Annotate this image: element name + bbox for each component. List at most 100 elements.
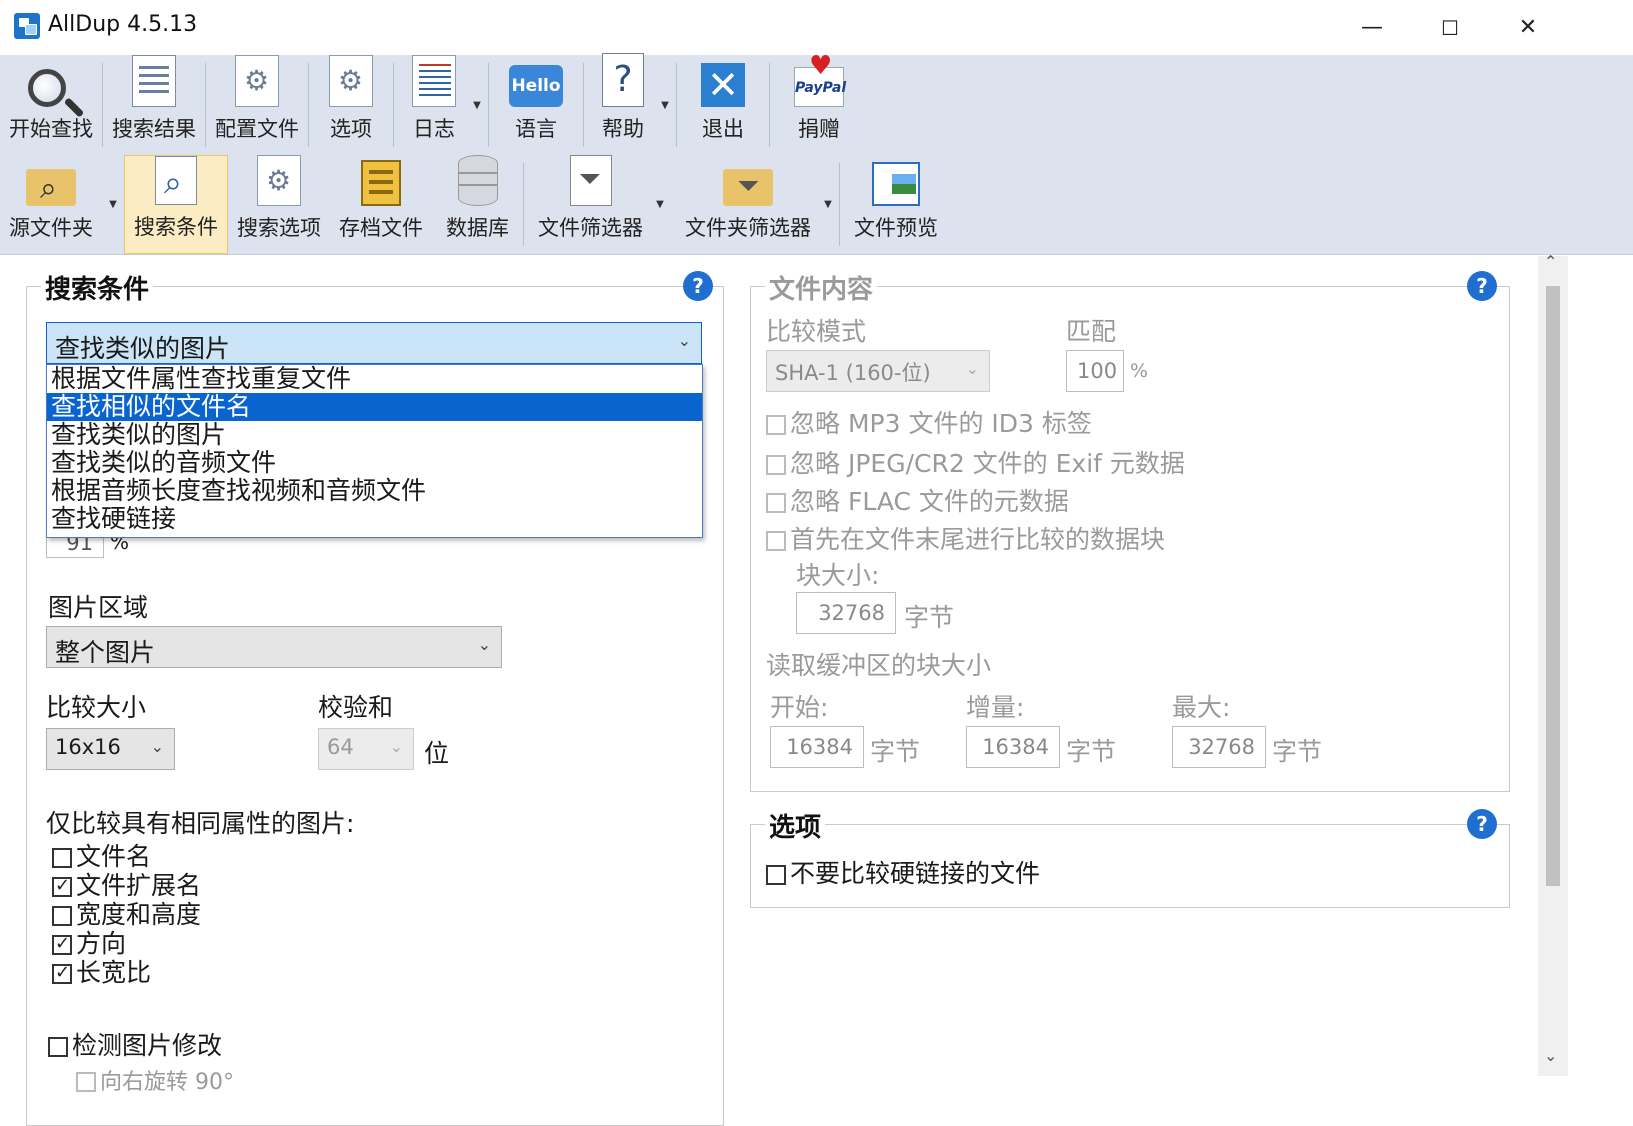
checkbox-icon bbox=[766, 415, 786, 435]
donate-button[interactable]: PayPal 捐赠 bbox=[770, 46, 868, 155]
compare-size-select[interactable]: 16x16 ⌄ bbox=[46, 728, 175, 770]
start-unit: 字节 bbox=[870, 737, 921, 766]
block-size-unit: 字节 bbox=[904, 603, 955, 632]
database-icon bbox=[457, 155, 498, 206]
minimize-button[interactable]: — bbox=[1333, 0, 1411, 55]
search-method-option[interactable]: 查找类似的音频文件 bbox=[47, 449, 702, 477]
same-attr-label: 仅比较具有相同属性的图片: bbox=[46, 809, 355, 838]
file-filter-dropdown-arrow[interactable]: ▼ bbox=[649, 155, 671, 254]
chevron-down-icon: ⌄ bbox=[677, 331, 691, 350]
file-filter-icon bbox=[569, 155, 612, 206]
attr-extension-checkbox[interactable]: 文件扩展名 bbox=[52, 871, 201, 900]
search-criteria-title: 搜索条件 bbox=[41, 269, 154, 306]
checkbox-label: 忽略 FLAC 文件的元数据 bbox=[790, 487, 1069, 516]
checkbox-icon bbox=[52, 935, 72, 955]
checksum-select[interactable]: 64 ⌄ bbox=[318, 728, 414, 770]
search-method-option[interactable]: 根据文件属性查找重复文件 bbox=[47, 365, 702, 393]
attr-orientation-checkbox[interactable]: 方向 bbox=[52, 929, 201, 958]
magnifier-icon bbox=[28, 69, 66, 107]
checkbox-icon bbox=[766, 865, 786, 885]
tool-label: 语言 bbox=[515, 117, 557, 141]
tool-label: 搜索选项 bbox=[237, 216, 321, 240]
tool-label: 开始查找 bbox=[9, 117, 93, 141]
region-label: 图片区域 bbox=[48, 593, 149, 622]
log-button[interactable]: 日志 bbox=[394, 55, 466, 155]
checkbox-icon bbox=[766, 493, 786, 513]
help-dropdown-arrow[interactable]: ▼ bbox=[654, 55, 676, 155]
attr-filename-checkbox[interactable]: 文件名 bbox=[52, 842, 201, 871]
language-button[interactable]: Hello 语言 bbox=[489, 55, 583, 155]
search-method-dropdown-list: 根据文件属性查找重复文件 查找相似的文件名 查找类似的图片 查找类似的音频文件 … bbox=[46, 364, 703, 538]
main-toolbar: 开始查找 搜索结果 配置文件 选项 日志 ▼ Hello 语言 ? 帮助 ▼ ✕ 退出… bbox=[0, 46, 1633, 155]
ignore-flac-checkbox[interactable]: 忽略 FLAC 文件的元数据 bbox=[766, 482, 1069, 518]
exit-button[interactable]: ✕ 退出 bbox=[677, 55, 769, 155]
increment-unit: 字节 bbox=[1066, 737, 1117, 766]
region-select[interactable]: 整个图片 ⌄ bbox=[46, 626, 502, 668]
search-results-button[interactable]: 搜索结果 bbox=[103, 55, 205, 155]
help-icon[interactable]: ? bbox=[1467, 809, 1497, 839]
search-method-select[interactable]: 查找类似的图片 ⌄ bbox=[46, 322, 702, 364]
increment-input[interactable]: 16384 bbox=[966, 726, 1060, 768]
file-filter-button[interactable]: 文件筛选器 bbox=[524, 155, 649, 254]
no-hardlink-checkbox[interactable]: 不要比较硬链接的文件 bbox=[766, 854, 1040, 890]
folder-filter-dropdown-arrow[interactable]: ▼ bbox=[817, 155, 839, 254]
tool-label: 捐赠 bbox=[798, 117, 840, 141]
max-label: 最大: bbox=[1172, 693, 1231, 722]
checksum-label: 校验和 bbox=[318, 693, 394, 722]
help-icon[interactable]: ? bbox=[683, 271, 713, 301]
detect-modification-checkbox[interactable]: 检测图片修改 bbox=[48, 1026, 222, 1062]
search-method-option[interactable]: 查找硬链接 bbox=[47, 505, 702, 533]
attr-aspect-ratio-checkbox[interactable]: 长宽比 bbox=[52, 958, 201, 987]
log-dropdown-arrow[interactable]: ▼ bbox=[466, 55, 488, 155]
source-folder-button[interactable]: 源文件夹 bbox=[0, 155, 102, 254]
search-method-option[interactable]: 查找类似的图片 bbox=[47, 421, 702, 449]
close-button[interactable]: ✕ bbox=[1489, 0, 1567, 55]
start-label: 开始: bbox=[770, 693, 829, 722]
checkbox-label: 忽略 MP3 文件的 ID3 标签 bbox=[790, 409, 1092, 438]
source-folder-icon bbox=[26, 169, 76, 206]
database-button[interactable]: 数据库 bbox=[432, 155, 523, 254]
rotate-right-checkbox[interactable]: 向右旋转 90° bbox=[76, 1064, 234, 1096]
match-input[interactable]: 100 bbox=[1066, 350, 1124, 392]
ignore-exif-checkbox[interactable]: 忽略 JPEG/CR2 文件的 Exif 元数据 bbox=[766, 444, 1185, 480]
start-search-button[interactable]: 开始查找 bbox=[0, 55, 102, 155]
search-criteria-button[interactable]: 搜索条件 bbox=[124, 155, 228, 254]
start-input[interactable]: 16384 bbox=[770, 726, 864, 768]
increment-label: 增量: bbox=[966, 693, 1025, 722]
file-preview-icon bbox=[872, 162, 920, 206]
scrollbar-thumb[interactable] bbox=[1546, 286, 1560, 886]
checkbox-icon bbox=[766, 455, 786, 475]
tool-label: 退出 bbox=[702, 117, 744, 141]
scroll-down-icon[interactable]: ⌄ bbox=[1544, 1046, 1557, 1065]
ignore-id3-checkbox[interactable]: 忽略 MP3 文件的 ID3 标签 bbox=[766, 404, 1092, 440]
file-preview-button[interactable]: 文件预览 bbox=[840, 155, 952, 254]
search-method-option-highlighted[interactable]: 查找相似的文件名 bbox=[47, 393, 702, 421]
max-input[interactable]: 32768 bbox=[1172, 726, 1266, 768]
block-size-input[interactable]: 32768 bbox=[796, 592, 896, 634]
buffer-label: 读取缓冲区的块大小 bbox=[766, 651, 992, 680]
scroll-up-icon[interactable]: ⌃ bbox=[1544, 252, 1557, 271]
content-area: 搜索条件 ? 查找类似的图片 ⌄ 91 % 图片区域 整个图片 ⌄ 比较大小 校… bbox=[0, 252, 1633, 1126]
search-method-option[interactable]: 根据音频长度查找视频和音频文件 bbox=[47, 477, 702, 505]
log-icon bbox=[412, 55, 456, 107]
maximize-button[interactable]: ☐ bbox=[1411, 0, 1489, 55]
archive-files-button[interactable]: 存档文件 bbox=[330, 155, 432, 254]
search-options-button[interactable]: 搜索选项 bbox=[228, 155, 330, 254]
paypal-icon: PayPal bbox=[794, 46, 846, 107]
compare-size-value: 16x16 bbox=[55, 735, 121, 759]
tool-label: 存档文件 bbox=[339, 216, 423, 240]
help-icon[interactable]: ? bbox=[1467, 271, 1497, 301]
profile-icon bbox=[235, 55, 279, 107]
vertical-scrollbar[interactable]: ⌃ ⌄ bbox=[1538, 252, 1568, 1076]
compare-mode-label: 比较模式 bbox=[766, 317, 867, 346]
compare-end-checkbox[interactable]: 首先在文件末尾进行比较的数据块 bbox=[766, 520, 1165, 556]
source-folder-dropdown-arrow[interactable]: ▼ bbox=[102, 155, 124, 254]
options-button[interactable]: 选项 bbox=[309, 55, 393, 155]
folder-filter-button[interactable]: 文件夹筛选器 bbox=[671, 155, 817, 254]
compare-mode-select[interactable]: SHA-1 (160-位) ⌄ bbox=[766, 350, 990, 392]
chevron-down-icon: ⌄ bbox=[150, 737, 164, 756]
help-button[interactable]: ? 帮助 bbox=[584, 53, 654, 155]
checkbox-label: 文件名 bbox=[76, 842, 152, 871]
profile-button[interactable]: 配置文件 bbox=[206, 55, 308, 155]
attr-dimensions-checkbox[interactable]: 宽度和高度 bbox=[52, 900, 201, 929]
